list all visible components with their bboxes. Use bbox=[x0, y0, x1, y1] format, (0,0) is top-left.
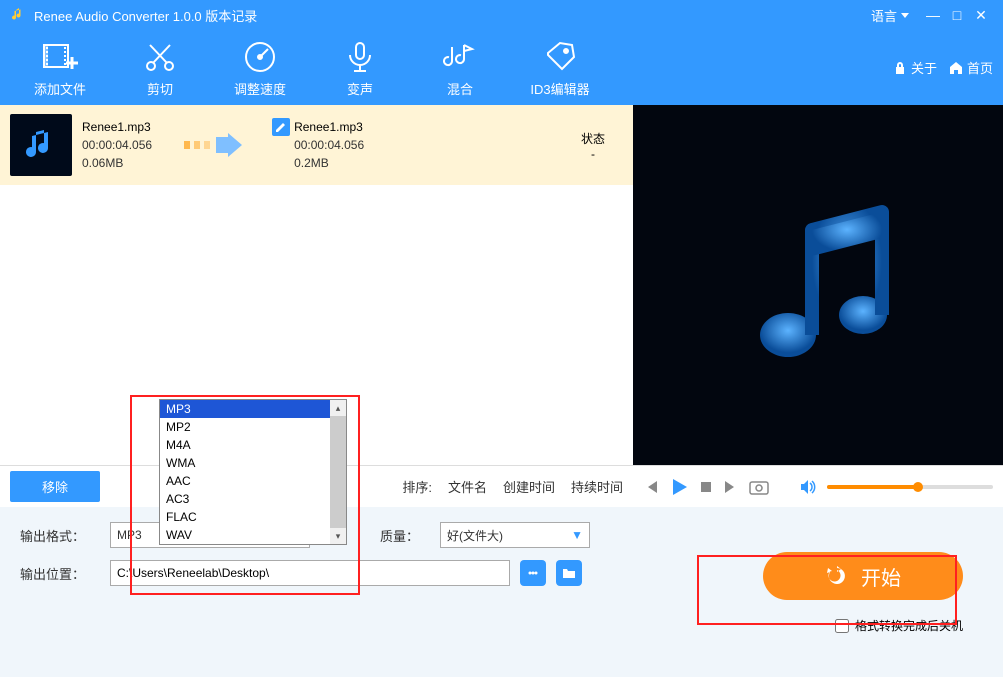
volume-icon[interactable] bbox=[799, 479, 817, 495]
close-button[interactable]: ✕ bbox=[969, 7, 993, 24]
controls-bar: 移除 排序: 文件名 创建时间 持续时间 bbox=[0, 465, 1003, 507]
shutdown-checkbox-row[interactable]: 格式转换完成后关机 bbox=[835, 617, 963, 634]
dropdown-scrollbar[interactable]: ▴ ▾ bbox=[330, 400, 346, 544]
sort-by-created[interactable]: 创建时间 bbox=[503, 477, 555, 496]
arrow-icon bbox=[182, 133, 242, 157]
stop-button[interactable] bbox=[699, 480, 713, 494]
toolbar: 添加文件 剪切 调整速度 变声 混合 ID3编辑器 关于 bbox=[0, 30, 1003, 105]
file-thumbnail bbox=[10, 114, 72, 176]
toolbar-id3[interactable]: ID3编辑器 bbox=[510, 37, 610, 98]
location-input[interactable] bbox=[110, 560, 510, 586]
maximize-button[interactable]: □ bbox=[945, 7, 969, 23]
shutdown-checkbox[interactable] bbox=[835, 619, 849, 633]
tag-icon bbox=[542, 37, 578, 77]
format-option-ac3[interactable]: AC3 bbox=[160, 490, 346, 508]
format-option-mp3[interactable]: MP3 bbox=[160, 400, 346, 418]
film-plus-icon bbox=[40, 37, 80, 77]
open-path-button[interactable] bbox=[520, 560, 546, 586]
toolbar-mix[interactable]: 混合 bbox=[410, 37, 510, 98]
app-title: Renee Audio Converter 1.0.0 版本记录 bbox=[34, 6, 871, 25]
sort-label: 排序: bbox=[402, 477, 432, 496]
microphone-icon bbox=[342, 37, 378, 77]
format-option-flac[interactable]: FLAC bbox=[160, 508, 346, 526]
home-icon bbox=[949, 61, 963, 75]
location-label: 输出位置： bbox=[20, 564, 100, 583]
sort-options: 排序: 文件名 创建时间 持续时间 bbox=[402, 477, 623, 496]
browse-folder-button[interactable] bbox=[556, 560, 582, 586]
gauge-icon bbox=[242, 37, 278, 77]
output-file-name: Renee1.mp3 bbox=[294, 118, 364, 136]
start-button[interactable]: 开始 bbox=[763, 552, 963, 600]
scissors-icon bbox=[142, 37, 178, 77]
lock-icon bbox=[893, 61, 907, 75]
source-file-duration: 00:00:04.056 bbox=[82, 136, 152, 154]
start-button-label: 开始 bbox=[861, 562, 901, 591]
format-option-aac[interactable]: AAC bbox=[160, 472, 346, 490]
volume-slider[interactable] bbox=[827, 485, 993, 489]
sort-by-filename[interactable]: 文件名 bbox=[448, 477, 487, 496]
home-link[interactable]: 首页 bbox=[949, 58, 993, 77]
quality-select[interactable]: 好(文件大) ▼ bbox=[440, 522, 590, 548]
play-button[interactable] bbox=[669, 477, 689, 497]
titlebar: Renee Audio Converter 1.0.0 版本记录 语言 — □ … bbox=[0, 0, 1003, 30]
output-file-info: Renee1.mp3 00:00:04.056 0.2MB bbox=[294, 118, 364, 172]
status-value: - bbox=[563, 147, 623, 161]
quality-label: 质量： bbox=[380, 526, 430, 545]
output-file-size: 0.2MB bbox=[294, 154, 364, 172]
source-file-name: Renee1.mp3 bbox=[82, 118, 152, 136]
main-area: Renee1.mp3 00:00:04.056 0.06MB Renee1.mp… bbox=[0, 105, 1003, 465]
toolbar-voice[interactable]: 变声 bbox=[310, 37, 410, 98]
format-select-value: MP3 bbox=[117, 528, 142, 542]
format-option-wav[interactable]: WAV bbox=[160, 526, 346, 544]
toolbar-add-file[interactable]: 添加文件 bbox=[10, 37, 110, 98]
format-dropdown-list[interactable]: MP3MP2M4AWMAAACAC3FLACWAV ▴ ▾ bbox=[159, 399, 347, 545]
source-file-info: Renee1.mp3 00:00:04.056 0.06MB bbox=[82, 118, 152, 172]
language-menu[interactable]: 语言 bbox=[871, 6, 909, 25]
chevron-down-icon: ▼ bbox=[571, 528, 583, 542]
snapshot-button[interactable] bbox=[749, 479, 769, 495]
format-option-mp2[interactable]: MP2 bbox=[160, 418, 346, 436]
toolbar-right-links: 关于 首页 bbox=[893, 58, 993, 77]
player-controls bbox=[633, 477, 1003, 497]
scroll-down-icon[interactable]: ▾ bbox=[330, 528, 346, 544]
source-file-size: 0.06MB bbox=[82, 154, 152, 172]
format-label: 输出格式： bbox=[20, 526, 100, 545]
mix-icon bbox=[442, 37, 478, 77]
status-column: 状态 - bbox=[563, 130, 623, 161]
output-file-duration: 00:00:04.056 bbox=[294, 136, 364, 154]
remove-button[interactable]: 移除 bbox=[10, 471, 100, 502]
edit-output-icon[interactable] bbox=[272, 118, 290, 136]
format-option-wma[interactable]: WMA bbox=[160, 454, 346, 472]
next-button[interactable] bbox=[723, 479, 739, 495]
output-panel: 输出格式： MP3 ▼ 质量： 好(文件大) ▼ 输出位置： 开始 格式转换完成… bbox=[0, 507, 1003, 677]
status-header: 状态 bbox=[563, 130, 623, 147]
quality-select-value: 好(文件大) bbox=[447, 527, 503, 544]
file-row[interactable]: Renee1.mp3 00:00:04.056 0.06MB Renee1.mp… bbox=[0, 105, 633, 185]
app-logo-icon bbox=[10, 7, 26, 23]
chevron-down-icon bbox=[901, 13, 909, 18]
music-note-icon bbox=[708, 175, 928, 395]
minimize-button[interactable]: — bbox=[921, 7, 945, 23]
preview-pane bbox=[633, 105, 1003, 465]
shutdown-label: 格式转换完成后关机 bbox=[855, 617, 963, 634]
refresh-icon bbox=[825, 564, 849, 588]
toolbar-speed[interactable]: 调整速度 bbox=[210, 37, 310, 98]
scroll-up-icon[interactable]: ▴ bbox=[330, 400, 346, 416]
format-option-m4a[interactable]: M4A bbox=[160, 436, 346, 454]
about-link[interactable]: 关于 bbox=[893, 58, 937, 77]
prev-button[interactable] bbox=[643, 479, 659, 495]
sort-by-duration[interactable]: 持续时间 bbox=[571, 477, 623, 496]
toolbar-cut[interactable]: 剪切 bbox=[110, 37, 210, 98]
